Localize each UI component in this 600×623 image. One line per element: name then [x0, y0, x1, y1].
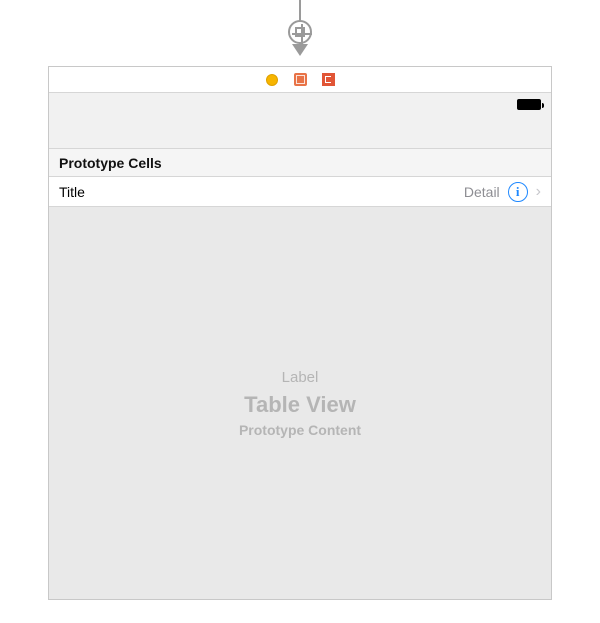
prototype-section-header: Prototype Cells	[49, 149, 551, 177]
scene-dock	[49, 67, 551, 93]
navigation-bar[interactable]	[49, 93, 551, 149]
storyboard-scene[interactable]: Prototype Cells Title Detail i › Label T…	[48, 66, 552, 600]
first-responder-icon[interactable]	[293, 73, 307, 87]
arrow-down-icon	[292, 44, 308, 56]
exit-icon[interactable]	[321, 73, 335, 87]
cell-title-label: Title	[59, 184, 464, 200]
grid-icon	[295, 27, 305, 37]
placeholder-label: Label	[282, 369, 319, 386]
chevron-right-icon: ›	[536, 183, 541, 201]
battery-full-icon	[517, 99, 541, 110]
prototype-cell[interactable]: Title Detail i ›	[49, 177, 551, 207]
segue-arrow-area	[0, 0, 600, 66]
segue-dock-icon[interactable]	[288, 20, 312, 44]
placeholder-title: Table View	[244, 392, 356, 418]
view-controller-icon[interactable]	[265, 73, 279, 87]
table-view-canvas[interactable]: Label Table View Prototype Content	[49, 207, 551, 599]
cell-detail-label: Detail	[464, 184, 500, 200]
info-icon[interactable]: i	[508, 182, 528, 202]
section-header-label: Prototype Cells	[59, 155, 162, 171]
placeholder-subtitle: Prototype Content	[239, 422, 361, 438]
